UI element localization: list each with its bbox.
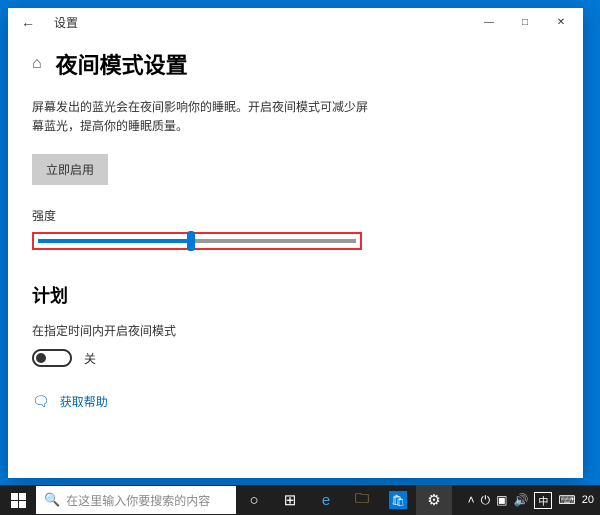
minimize-button[interactable]: —	[471, 8, 507, 36]
volume-icon[interactable]: 🔊	[513, 493, 528, 507]
window-title: 设置	[54, 14, 78, 31]
strength-slider[interactable]	[38, 239, 356, 243]
taskbar-search[interactable]: 🔍 在这里输入你要搜索的内容	[36, 486, 236, 514]
schedule-description: 在指定时间内开启夜间模式	[32, 322, 559, 339]
enable-now-button[interactable]: 立即启用	[32, 154, 108, 185]
system-tray: ˄ ⏻ ▣ 🔊 中 ⌨ 20	[462, 492, 600, 509]
schedule-title: 计划	[32, 282, 559, 308]
schedule-toggle[interactable]	[32, 349, 72, 367]
help-link-row[interactable]: 🗨 获取帮助	[32, 393, 559, 410]
tray-chevron-icon[interactable]: ˄	[468, 493, 475, 507]
close-button[interactable]: ✕	[543, 8, 579, 36]
task-view-icon[interactable]: ⊞	[272, 485, 308, 515]
strength-slider-highlight	[32, 232, 362, 250]
slider-thumb[interactable]	[187, 231, 195, 251]
power-icon[interactable]: ⏻	[481, 493, 491, 508]
maximize-button[interactable]: □	[507, 8, 543, 36]
content-area: ⌂ 夜间模式设置 屏幕发出的蓝光会在夜间影响你的睡眠。开启夜间模式可减少屏幕蓝光…	[8, 36, 583, 478]
help-icon: 🗨	[32, 393, 50, 410]
strength-label: 强度	[32, 207, 559, 224]
home-icon[interactable]: ⌂	[32, 55, 42, 73]
page-header: ⌂ 夜间模式设置	[32, 48, 559, 80]
toggle-knob	[36, 353, 46, 363]
windows-logo-icon	[11, 493, 26, 508]
page-description: 屏幕发出的蓝光会在夜间影响你的睡眠。开启夜间模式可减少屏幕蓝光，提高你的睡眠质量…	[32, 98, 372, 136]
settings-taskbar-icon[interactable]: ⚙	[416, 485, 452, 515]
store-icon[interactable]: 🛍	[380, 485, 416, 515]
start-button[interactable]	[0, 485, 36, 515]
clock[interactable]: 20	[582, 494, 594, 506]
toggle-state-label: 关	[84, 350, 96, 367]
schedule-toggle-row: 关	[32, 349, 559, 367]
ime-indicator[interactable]: 中	[534, 492, 552, 509]
edge-browser-icon[interactable]: e	[308, 485, 344, 515]
task-icons: ○ ⊞ e 🗀 🛍 ⚙	[236, 485, 452, 515]
keyboard-icon[interactable]: ⌨	[558, 493, 575, 507]
page-title: 夜间模式设置	[56, 48, 188, 80]
slider-fill	[38, 239, 191, 243]
arrow-left-icon: ←	[21, 14, 35, 30]
search-placeholder: 在这里输入你要搜索的内容	[66, 492, 210, 509]
help-link-label: 获取帮助	[60, 393, 108, 410]
search-icon: 🔍	[44, 492, 60, 508]
taskbar: 🔍 在这里输入你要搜索的内容 ○ ⊞ e 🗀 🛍 ⚙ ˄ ⏻ ▣ 🔊 中 ⌨ 2…	[0, 485, 600, 515]
cortana-icon[interactable]: ○	[236, 485, 272, 515]
settings-window: ← 设置 — □ ✕ ⌂ 夜间模式设置 屏幕发出的蓝光会在夜间影响你的睡眠。开启…	[8, 8, 583, 478]
file-explorer-icon[interactable]: 🗀	[344, 485, 380, 515]
titlebar: ← 设置 — □ ✕	[8, 8, 583, 36]
network-icon[interactable]: ▣	[496, 493, 507, 507]
window-controls: — □ ✕	[471, 8, 579, 36]
back-button[interactable]: ←	[12, 8, 44, 36]
